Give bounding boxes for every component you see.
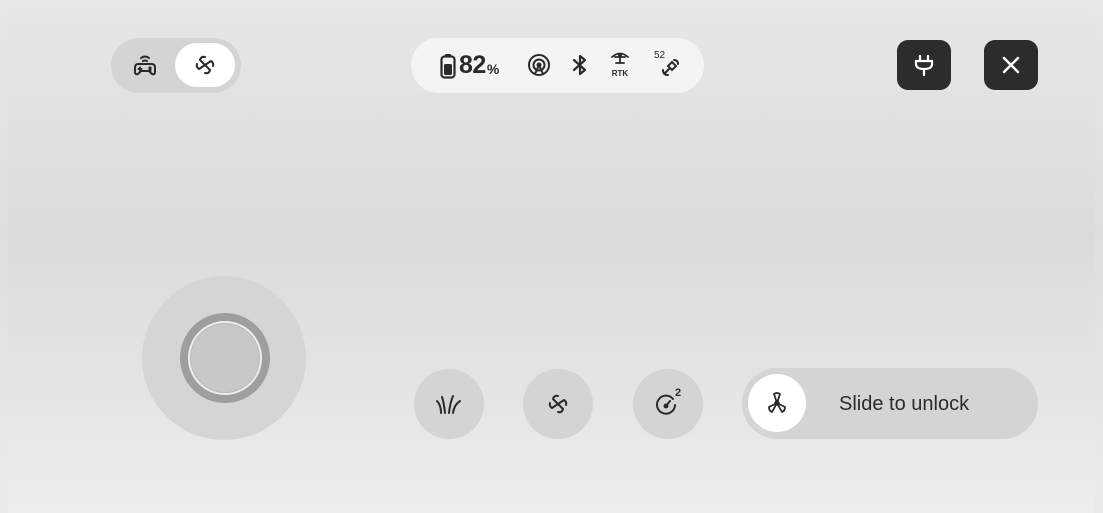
fan-mode-button[interactable]	[175, 43, 235, 87]
slider-knob[interactable]	[748, 374, 806, 432]
battery-unit: %	[486, 60, 500, 77]
charge-button[interactable]	[897, 40, 951, 90]
battery-icon	[440, 53, 456, 79]
fan-icon	[548, 394, 568, 414]
satellite-icon	[662, 59, 679, 76]
gamepad-mode-button[interactable]	[117, 43, 173, 87]
propeller-icon	[768, 392, 786, 413]
speed-level: 2	[675, 387, 682, 399]
close-icon	[1002, 56, 1020, 74]
rtk-icon	[611, 52, 629, 64]
fan-icon	[195, 55, 215, 75]
speed-button[interactable]: 2	[633, 369, 703, 439]
joystick[interactable]	[142, 276, 306, 440]
sprinkler-icon	[436, 395, 461, 414]
unlock-slider[interactable]: Slide to unlock	[742, 368, 1038, 439]
rtk-label: RTK	[611, 69, 629, 78]
mode-toggle	[111, 38, 241, 93]
status-bar: 82 % RTK 52	[411, 38, 704, 93]
signal-icon	[528, 54, 550, 76]
battery-percentage: 82	[459, 51, 486, 79]
satellite-indicator: 52	[654, 50, 688, 80]
plug-icon	[914, 54, 934, 76]
speed-gauge: 2	[653, 387, 683, 417]
stage: 82 % RTK 52 2 Slide to unlock	[8, 12, 1095, 513]
sprinkler-button[interactable]	[414, 369, 484, 439]
rtk-indicator: RTK	[606, 51, 634, 78]
slider-label: Slide to unlock	[839, 393, 970, 415]
fan-button[interactable]	[523, 369, 593, 439]
bluetooth-icon	[572, 54, 587, 76]
gamepad-icon	[134, 55, 156, 76]
joystick-knob[interactable]	[188, 321, 262, 395]
joystick-ring	[180, 313, 270, 403]
close-button[interactable]	[984, 40, 1038, 90]
